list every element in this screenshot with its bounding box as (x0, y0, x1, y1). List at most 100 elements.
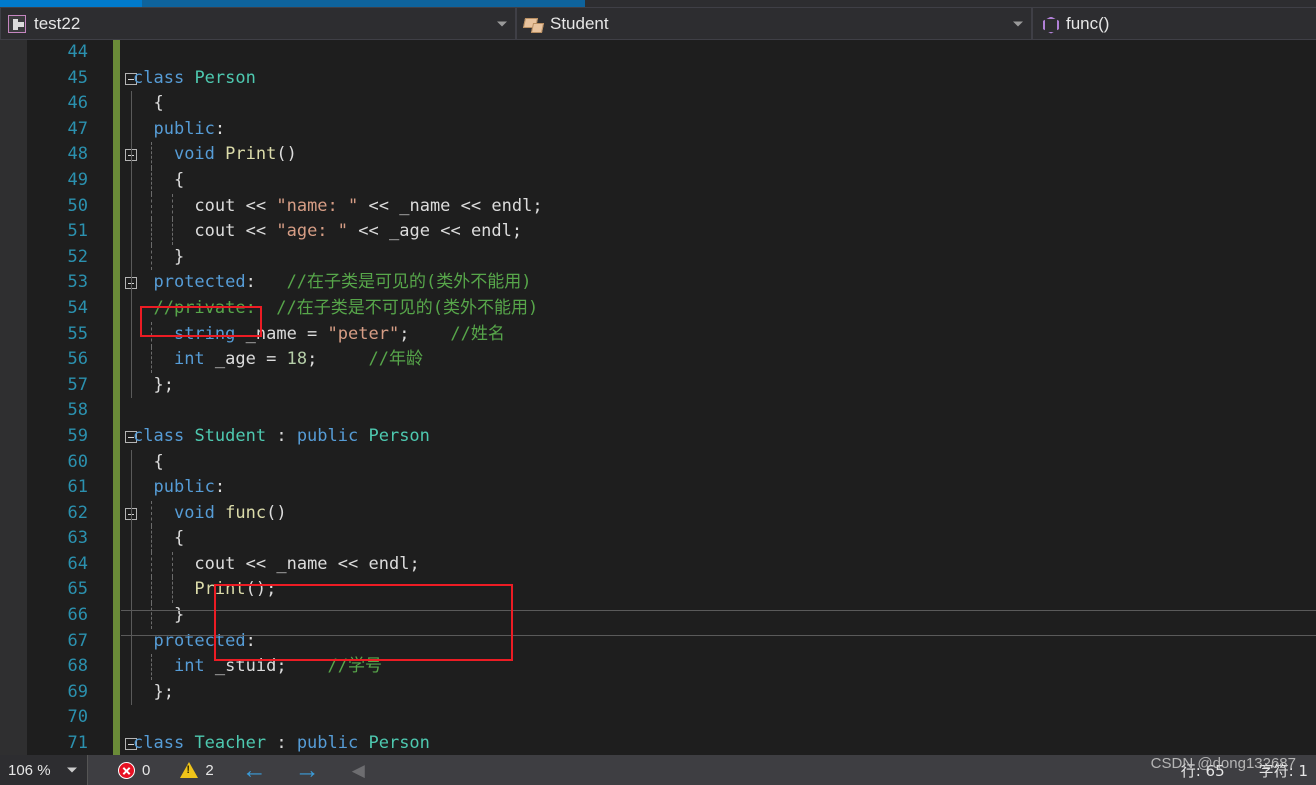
code-text: class Person (133, 67, 256, 88)
code-line[interactable]: 64 cout << _name << endl; (0, 551, 1316, 578)
code-line[interactable]: 70 (0, 705, 1316, 732)
code-line[interactable]: 65 Print(); (0, 577, 1316, 604)
change-indicator (113, 167, 120, 194)
change-indicator (113, 219, 120, 245)
code-line[interactable]: 68 int _stuid; //学号 (0, 654, 1316, 680)
change-indicator (113, 193, 120, 220)
code-line[interactable]: 48 void Print() (0, 142, 1316, 168)
code-text: void Print() (173, 144, 297, 165)
change-indicator (113, 500, 120, 527)
indent-guide (131, 270, 132, 296)
code-line[interactable]: 49 { (0, 167, 1316, 194)
error-count-item[interactable]: 0 (118, 761, 150, 779)
code-line[interactable]: 63 { (0, 526, 1316, 552)
project-dropdown[interactable]: test22 (0, 7, 516, 40)
code-text: class Teacher : public Person (133, 733, 430, 754)
indent-guide (131, 347, 132, 373)
code-editor[interactable]: 44 45 class Person 46 {47 public: 48 void Pr… (0, 40, 1316, 755)
change-indicator (113, 705, 120, 732)
indent-guide (131, 372, 132, 399)
change-indicator (113, 116, 120, 143)
code-line[interactable]: 56 int _age = 18; //年龄 (0, 347, 1316, 373)
zoom-level-dropdown[interactable]: 106 % (0, 755, 88, 785)
warning-count-item[interactable]: 2 (180, 762, 214, 779)
code-line[interactable]: 44 (0, 40, 1316, 66)
method-icon (1040, 15, 1058, 33)
code-text: } (133, 246, 185, 267)
line-position-label: 行: 65 (1180, 761, 1225, 780)
navigation-bar: test22 Student func() (0, 7, 1316, 40)
indent-guide (131, 654, 132, 680)
change-indicator (113, 91, 120, 117)
collapse-panel-button[interactable]: ◀ (352, 762, 365, 779)
line-number: 51 (67, 221, 88, 242)
code-text: string _name = "peter"; //姓名 (173, 323, 505, 344)
indent-guide (131, 321, 132, 348)
code-text: { (133, 169, 185, 190)
member-dropdown[interactable]: func() (1032, 7, 1316, 40)
code-lines: 44 45 class Person 46 {47 public: 48 void Pr… (0, 40, 1316, 755)
tab-strip-fill[interactable] (142, 0, 585, 7)
code-line[interactable]: 53 protected: //在子类是可见的(类外不能用) (0, 270, 1316, 296)
navigate-forward-button[interactable]: → (295, 757, 320, 783)
code-text: protected: //在子类是可见的(类外不能用) (153, 272, 532, 293)
line-number: 54 (67, 297, 88, 318)
chevron-down-icon[interactable] (1013, 21, 1023, 26)
indent-guide (131, 577, 132, 604)
active-tab-indicator[interactable] (0, 0, 142, 7)
class-dropdown[interactable]: Student (516, 7, 1032, 40)
indent-guide (131, 142, 132, 168)
code-line[interactable]: 50 cout << "name: " << _name << endl; (0, 193, 1316, 220)
line-number: 59 (67, 425, 88, 446)
code-line[interactable]: 69 }; (0, 679, 1316, 706)
code-line[interactable]: 58 (0, 398, 1316, 424)
indent-guide (131, 475, 132, 501)
code-line[interactable]: 46 { (0, 91, 1316, 117)
code-text: }; (133, 374, 174, 395)
line-number: 67 (67, 630, 88, 651)
change-indicator (113, 526, 120, 552)
change-indicator (113, 398, 120, 424)
code-line[interactable]: 55 string _name = "peter"; //姓名 (0, 321, 1316, 348)
navigate-back-button[interactable]: ← (242, 757, 267, 783)
change-indicator (113, 295, 120, 322)
code-text: }; (133, 681, 174, 702)
code-line[interactable]: 71 class Teacher : public Person (0, 731, 1316, 755)
code-text: //private: //在子类是不可见的(类外不能用) (153, 297, 539, 318)
code-line[interactable]: 54 //private: //在子类是不可见的(类外不能用) (0, 295, 1316, 322)
project-dropdown-label: test22 (34, 13, 81, 33)
error-icon (118, 761, 135, 779)
indent-guide (131, 679, 132, 706)
line-number: 50 (67, 195, 88, 216)
chevron-down-icon[interactable] (497, 21, 507, 26)
line-number: 48 (67, 144, 88, 165)
code-line[interactable]: 67 protected: (0, 628, 1316, 655)
code-line[interactable]: 60 { (0, 449, 1316, 476)
code-line[interactable]: 52 } (0, 244, 1316, 271)
line-number: 61 (67, 477, 88, 498)
code-line[interactable]: 61 public: (0, 475, 1316, 501)
chevron-down-icon[interactable] (67, 767, 77, 773)
code-line[interactable]: 62 void func() (0, 500, 1316, 527)
line-number: 64 (67, 553, 88, 574)
code-line[interactable]: 45 class Person (0, 65, 1316, 92)
code-line[interactable]: 51 cout << "age: " << _age << endl; (0, 219, 1316, 245)
char-position-label: 字符: 1 (1258, 761, 1308, 780)
code-text: } (133, 605, 185, 626)
code-text: { (133, 93, 164, 114)
indent-guide (131, 449, 132, 476)
line-number: 44 (67, 42, 88, 62)
change-indicator (113, 679, 120, 706)
change-indicator (113, 347, 120, 373)
change-indicator (113, 321, 120, 348)
code-line[interactable]: 66 } (0, 603, 1316, 629)
code-text: cout << "age: " << _age << endl; (194, 221, 523, 242)
zoom-level-label: 106 % (8, 761, 51, 779)
code-line[interactable]: 47 public: (0, 116, 1316, 143)
line-number: 65 (67, 579, 88, 600)
code-line[interactable]: 59 class Student : public Person (0, 423, 1316, 450)
warning-icon (180, 762, 199, 778)
change-indicator (113, 628, 120, 655)
code-line[interactable]: 57 }; (0, 372, 1316, 399)
code-text: { (133, 451, 164, 472)
